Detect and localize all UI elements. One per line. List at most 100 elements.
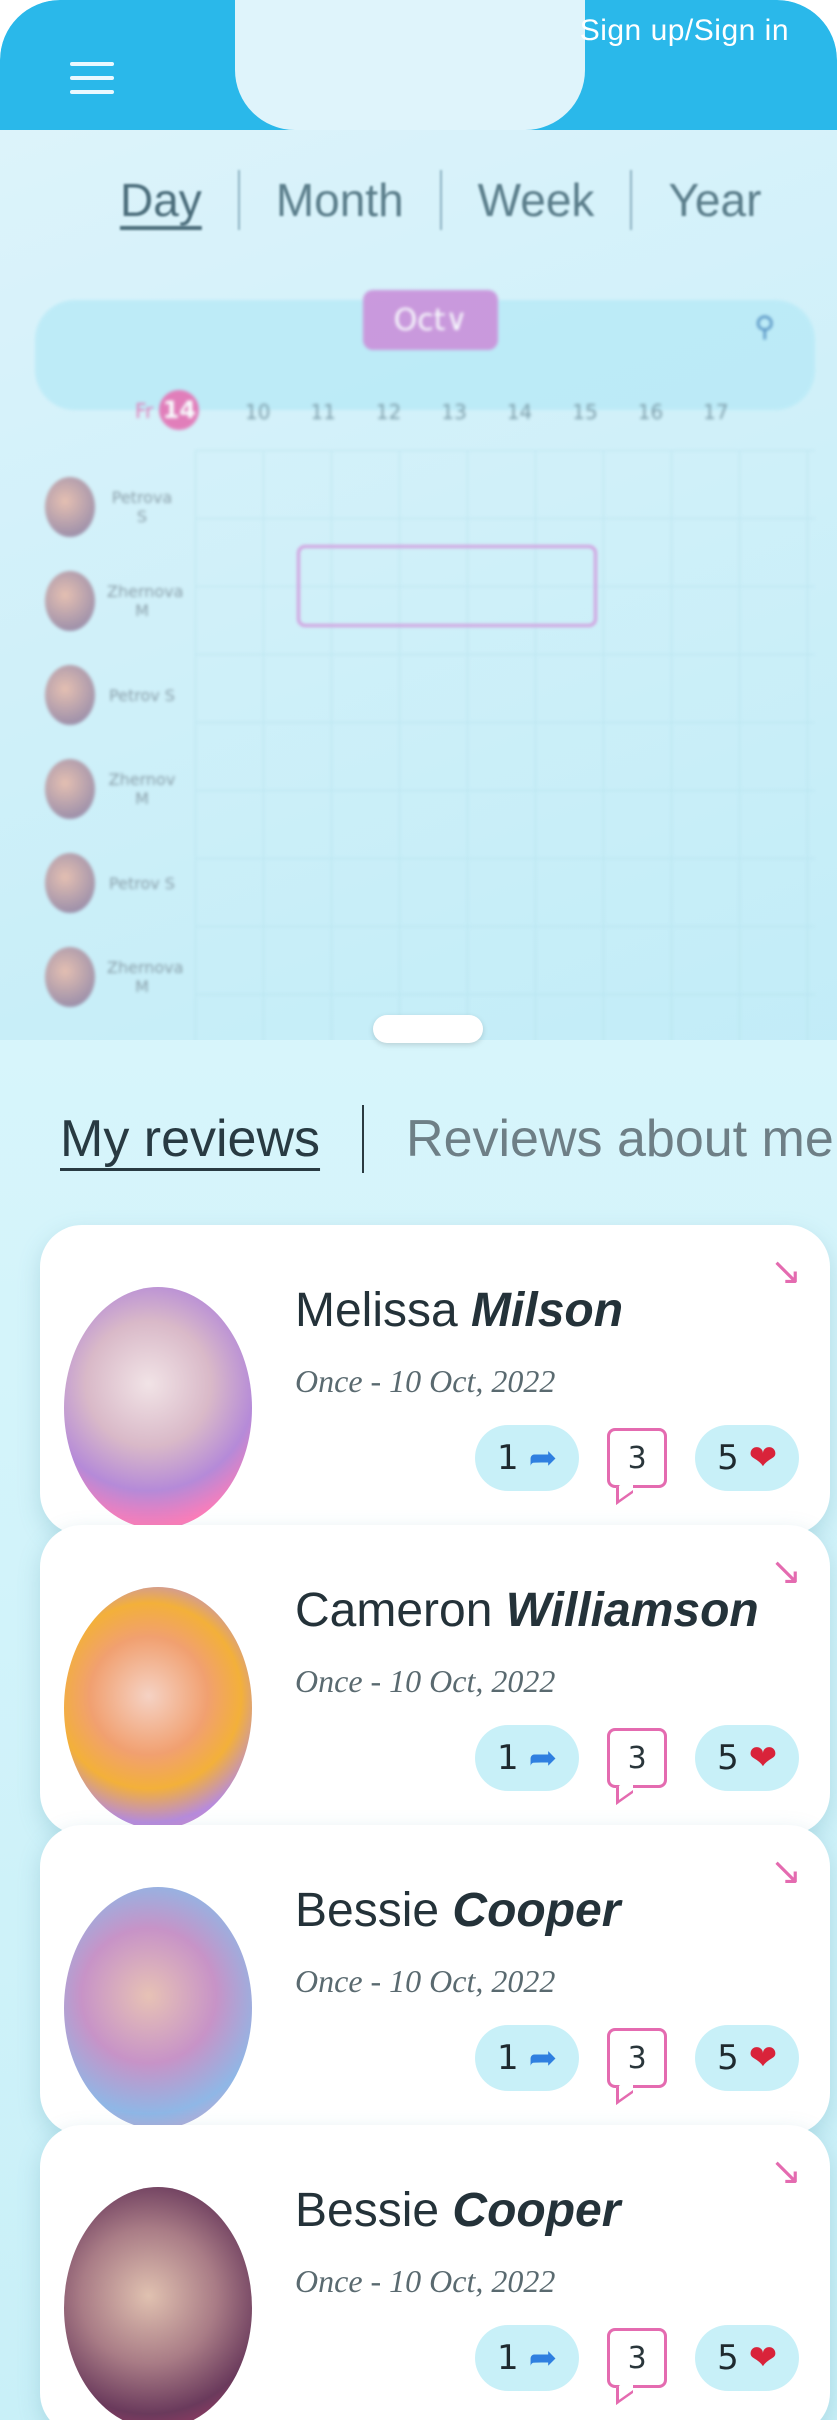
like-count[interactable]: 5 ❤ xyxy=(695,2325,800,2391)
person-row[interactable]: Zhernov M xyxy=(45,742,195,836)
person-row[interactable]: Petrov S xyxy=(45,836,195,930)
first-name: Bessie xyxy=(295,1884,440,1937)
tab-reviews-about-me[interactable]: Reviews about me xyxy=(406,1109,834,1169)
comment-count[interactable]: 3 xyxy=(607,2328,668,2388)
month-dropdown[interactable]: Oct ∨ xyxy=(363,290,498,350)
avatar xyxy=(45,947,95,1007)
tab-month[interactable]: Month xyxy=(276,173,404,227)
share-count[interactable]: 1 ➦ xyxy=(475,1425,580,1491)
comment-count[interactable]: 3 xyxy=(607,1728,668,1788)
hour-label: 12 xyxy=(375,400,402,424)
signin-link[interactable]: Sign up/Sign in xyxy=(580,14,789,48)
person-name: Petrova S xyxy=(111,488,173,526)
event-block[interactable] xyxy=(297,545,597,627)
last-name: Cooper xyxy=(452,1884,621,1937)
person-row[interactable]: Petrov S xyxy=(45,648,195,742)
reviewer-name: Melissa Milson xyxy=(295,1283,623,1338)
heart-icon: ❤ xyxy=(748,1438,778,1478)
share-count[interactable]: 1 ➦ xyxy=(475,1725,580,1791)
heart-icon: ❤ xyxy=(748,2038,778,2078)
avatar xyxy=(45,853,95,913)
review-date: Once - 10 Oct, 2022 xyxy=(295,2263,556,2299)
share-count-value: 1 xyxy=(497,2338,519,2378)
review-stats: 1 ➦ 3 5 ❤ xyxy=(475,1425,800,1491)
arrow-down-right-icon[interactable]: ↘ xyxy=(770,1849,802,1893)
arrow-down-right-icon[interactable]: ↘ xyxy=(770,1249,802,1293)
app-screen: Sign up/Sign in Day Month Week Year Oct … xyxy=(0,0,837,2420)
reviewer-name: Cameron Williamson xyxy=(295,1583,759,1638)
heart-icon: ❤ xyxy=(748,2338,778,2378)
tab-year[interactable]: Year xyxy=(668,173,761,227)
heart-icon: ❤ xyxy=(748,1738,778,1778)
hour-label: 16 xyxy=(637,400,664,424)
last-name: Williamson xyxy=(505,1584,759,1637)
review-card[interactable]: Cameron Williamson Once - 10 Oct, 2022 ↘… xyxy=(40,1525,830,1835)
month-label: Oct xyxy=(393,302,446,338)
review-tabs: My reviews Reviews about me xyxy=(60,1105,834,1173)
weekday-label: Fr xyxy=(135,399,154,423)
divider xyxy=(362,1105,365,1173)
day-number: 14 xyxy=(159,390,200,430)
review-card[interactable]: Bessie Cooper Once - 10 Oct, 2022 ↘ 1 ➦ 3… xyxy=(40,2125,830,2420)
reviewer-name: Bessie Cooper xyxy=(295,2183,620,2238)
hour-label: 14 xyxy=(506,400,533,424)
divider xyxy=(630,170,633,230)
review-date: Once - 10 Oct, 2022 xyxy=(295,1663,556,1699)
share-count-value: 1 xyxy=(497,1738,519,1778)
like-count-value: 5 xyxy=(717,2038,739,2078)
hour-label: 15 xyxy=(572,400,598,424)
reviewer-name: Bessie Cooper xyxy=(295,1883,620,1938)
menu-icon[interactable] xyxy=(70,62,114,96)
avatar xyxy=(45,477,95,537)
first-name: Bessie xyxy=(295,2184,440,2237)
like-count-value: 5 xyxy=(717,2338,739,2378)
first-name: Melissa xyxy=(295,1284,458,1337)
period-tabs: Day Month Week Year xyxy=(120,170,761,230)
comment-count[interactable]: 3 xyxy=(607,1428,668,1488)
divider xyxy=(237,170,240,230)
first-name: Cameron xyxy=(295,1584,493,1637)
last-name: Cooper xyxy=(452,2184,621,2237)
day-badge: Fr 14 xyxy=(135,390,200,430)
share-count-value: 1 xyxy=(497,2038,519,2078)
review-card[interactable]: Bessie Cooper Once - 10 Oct, 2022 ↘ 1 ➦ 3… xyxy=(40,1825,830,2135)
hour-label: 17 xyxy=(703,400,729,424)
last-name: Milson xyxy=(471,1284,624,1337)
sheet-drag-handle[interactable] xyxy=(373,1015,483,1043)
like-count-value: 5 xyxy=(717,1738,739,1778)
divider xyxy=(439,170,442,230)
arrow-down-right-icon[interactable]: ↘ xyxy=(770,1549,802,1593)
like-count[interactable]: 5 ❤ xyxy=(695,2025,800,2091)
person-row[interactable]: Petrova S xyxy=(45,460,195,554)
like-count[interactable]: 5 ❤ xyxy=(695,1425,800,1491)
like-count[interactable]: 5 ❤ xyxy=(695,1725,800,1791)
schedule-grid xyxy=(195,450,815,1060)
calendar-preview: Oct ∨ ⚲ Fr 14 10 11 12 13 14 15 16 17 Pet… xyxy=(35,290,815,1060)
person-row[interactable]: Zhernova M xyxy=(45,554,195,648)
device-notch xyxy=(235,0,585,130)
person-row[interactable]: Zhernova M xyxy=(45,930,195,1024)
avatar xyxy=(45,759,95,819)
tab-week[interactable]: Week xyxy=(478,173,595,227)
share-count-value: 1 xyxy=(497,1438,519,1478)
comment-count-value: 3 xyxy=(627,2340,647,2376)
hour-label: 11 xyxy=(310,400,336,424)
share-icon: ➦ xyxy=(528,1438,558,1478)
person-name: Petrov S xyxy=(109,873,175,893)
review-card[interactable]: Melissa Milson Once - 10 Oct, 2022 ↘ 1 ➦ … xyxy=(40,1225,830,1535)
comment-count[interactable]: 3 xyxy=(607,2028,668,2088)
chevron-down-icon: ∨ xyxy=(445,302,468,338)
comment-count-value: 3 xyxy=(627,1740,647,1776)
share-count[interactable]: 1 ➦ xyxy=(475,2025,580,2091)
hour-label: 13 xyxy=(441,400,467,424)
tab-day[interactable]: Day xyxy=(120,173,202,227)
tab-my-reviews[interactable]: My reviews xyxy=(60,1109,320,1169)
share-count[interactable]: 1 ➦ xyxy=(475,2325,580,2391)
avatar xyxy=(64,1887,252,2129)
avatar xyxy=(45,665,95,725)
review-stats: 1 ➦ 3 5 ❤ xyxy=(475,2025,800,2091)
review-date: Once - 10 Oct, 2022 xyxy=(295,1963,556,1999)
search-icon[interactable]: ⚲ xyxy=(754,310,775,343)
avatar xyxy=(64,1287,252,1529)
arrow-down-right-icon[interactable]: ↘ xyxy=(770,2149,802,2193)
